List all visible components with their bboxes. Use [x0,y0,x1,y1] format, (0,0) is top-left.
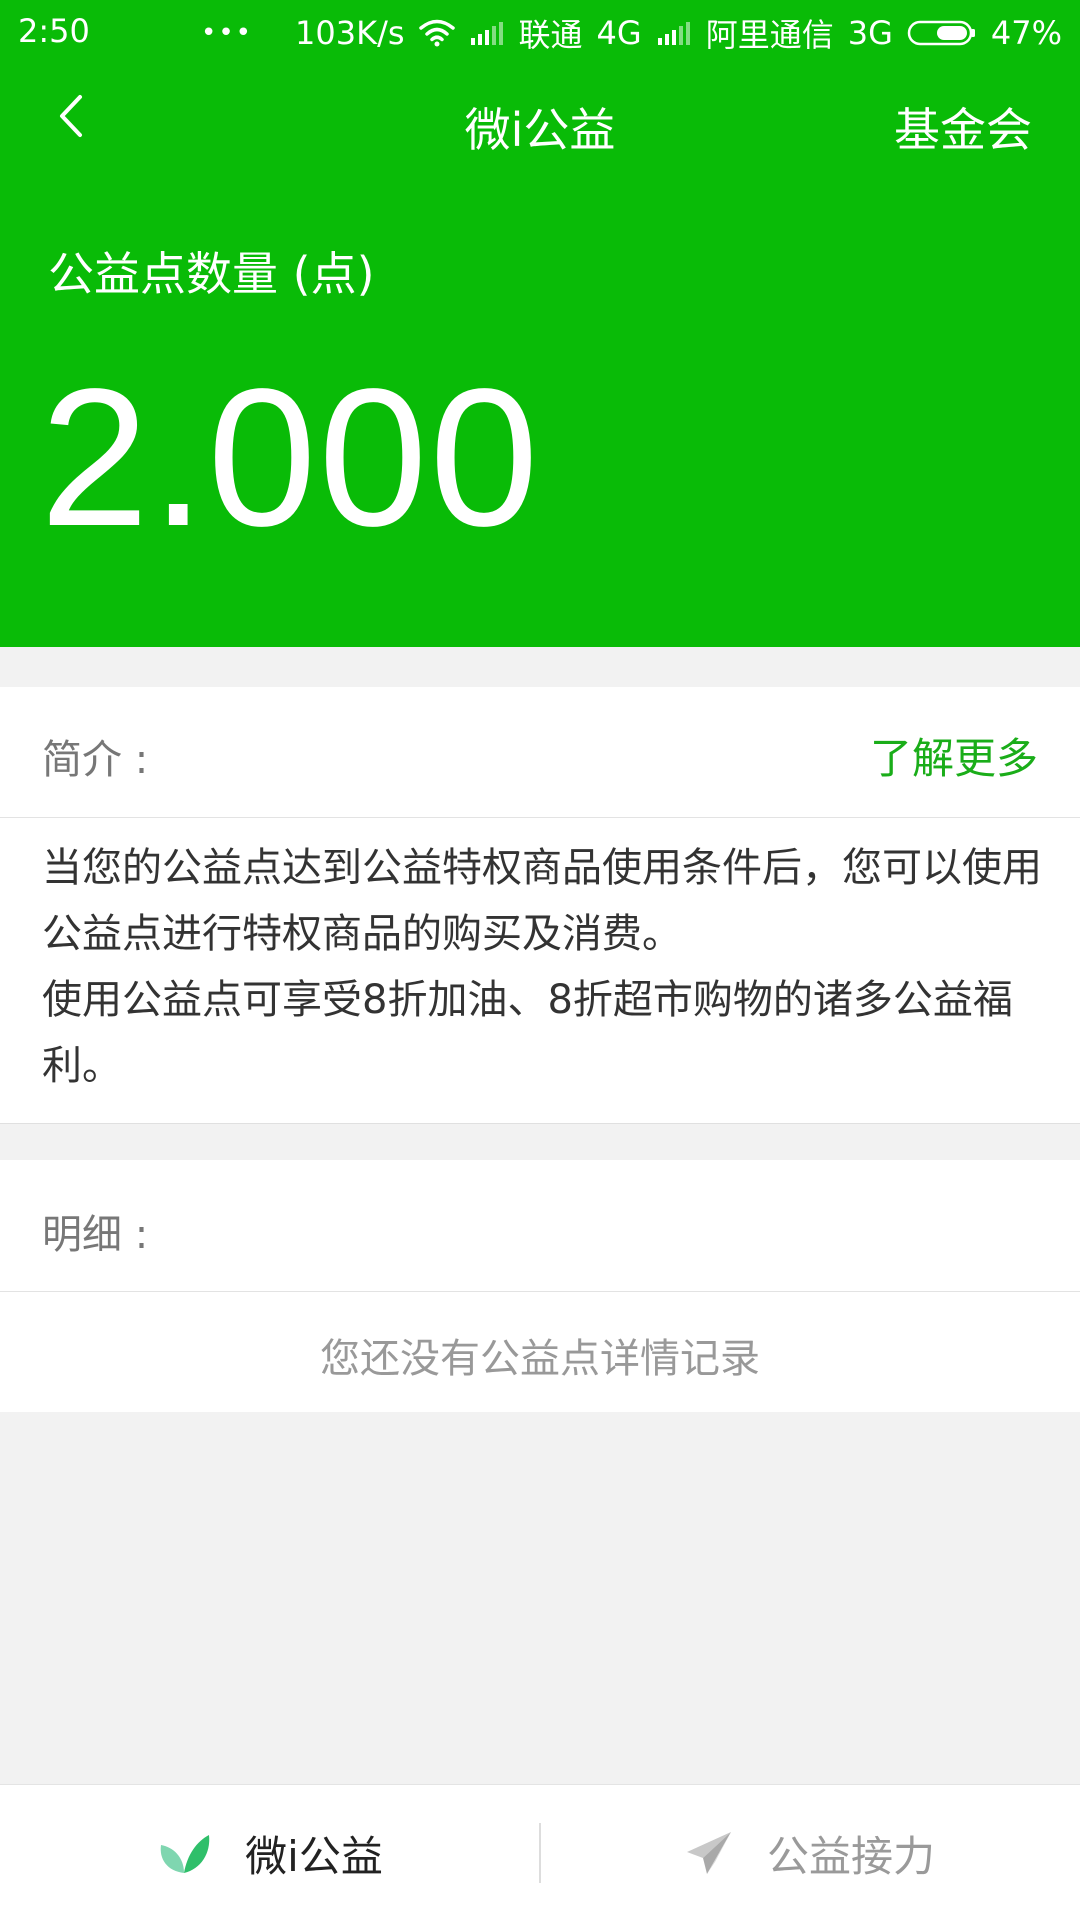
nav-bar: 微i公益 基金会 [0,62,1080,192]
notification-dots: ••• [201,18,254,48]
intro-text: 当您的公益点达到公益特权商品使用条件后，您可以使用公益点进行特权商品的购买及消费… [42,835,1042,1099]
status-icons: ••• 103K/s 联通 4G 阿里通信 3G 47% [201,10,1062,56]
bottom-tab-bar: 微i公益 公益接力 [0,1784,1080,1921]
intro-card: 简介 : 了解更多 当您的公益点达到公益特权商品使用条件后，您可以使用公益点进行… [0,687,1080,1124]
wifi-icon [418,19,455,47]
intro-label: 简介 : [42,737,149,783]
points-value: 2.000 [40,348,541,567]
network-type-1: 4G [596,14,642,52]
details-card: 明细 : 您还没有公益点详情记录 [0,1160,1080,1412]
intro-paragraph: 使用公益点可享受8折加油、8折超市购物的诸多公益福利。 [42,977,1013,1089]
signal-icon-2 [656,20,692,46]
network-type-2: 3G [847,14,893,52]
intro-header: 简介 : 了解更多 [0,687,1080,818]
battery-icon [907,19,977,47]
foundation-link[interactable]: 基金会 [894,94,1032,160]
battery-percent: 47% [990,14,1062,52]
tab-wei-i-gongyi[interactable]: 微i公益 [0,1785,540,1921]
leaf-icon [160,1835,210,1873]
header-banner: 2:50 ••• 103K/s 联通 4G 阿里通信 3G 47% 微i公益 基… [0,0,1080,647]
intro-paragraph: 当您的公益点达到公益特权商品使用条件后，您可以使用公益点进行特权商品的购买及消费… [42,845,1042,957]
carrier-2: 阿里通信 [705,16,834,54]
status-time: 2:50 [18,12,90,50]
paper-plane-icon [686,1832,731,1874]
empty-records-message: 您还没有公益点详情记录 [320,1336,760,1382]
tab-label: 公益接力 [766,1831,935,1881]
tab-gongyi-relay[interactable]: 公益接力 [540,1785,1080,1921]
points-label: 公益点数量 (点) [48,247,375,301]
details-header: 明细 : [0,1160,1080,1292]
details-label: 明细 : [42,1212,149,1258]
learn-more-link[interactable]: 了解更多 [870,725,1038,786]
signal-icon-1 [469,20,505,46]
network-speed: 103K/s [295,14,405,52]
status-bar: 2:50 ••• 103K/s 联通 4G 阿里通信 3G 47% [0,0,1080,62]
tab-label: 微i公益 [245,1831,383,1881]
carrier-1: 联通 [518,16,583,54]
